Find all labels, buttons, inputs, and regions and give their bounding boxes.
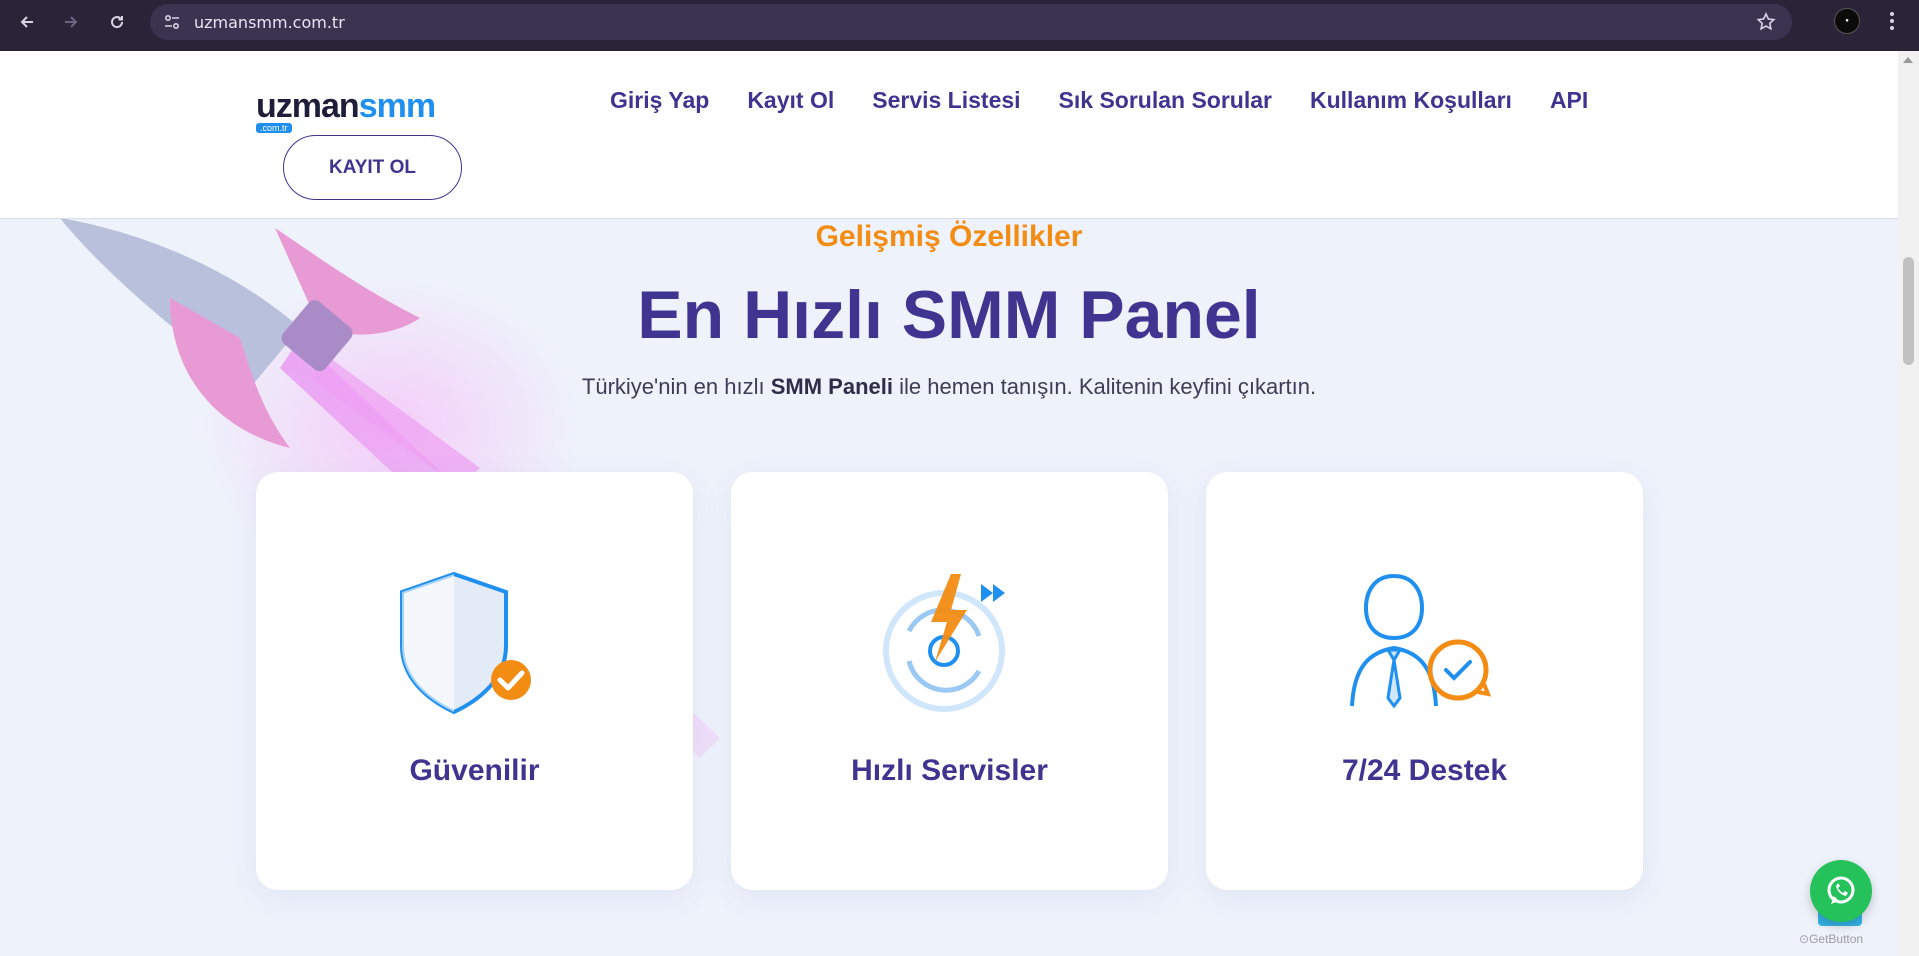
- getbutton-label: GetButton: [1809, 932, 1864, 946]
- feature-title: Hızlı Servisler: [851, 754, 1048, 787]
- page-scrollbar[interactable]: [1898, 51, 1919, 956]
- browser-toolbar: uzmansmm.com.tr ●: [0, 0, 1919, 51]
- tune-icon[interactable]: [150, 13, 194, 31]
- feature-card-reliable: Güvenilir: [256, 472, 693, 890]
- lightning-speed-icon: [883, 574, 1005, 712]
- main-nav: Giriş Yap Kayıt Ol Servis Listesi Sık So…: [610, 87, 1588, 114]
- arrow-left-icon: [20, 16, 33, 28]
- kebab-menu-icon[interactable]: [1880, 8, 1904, 34]
- feature-title: Güvenilir: [409, 754, 540, 787]
- back-button[interactable]: [5, 0, 49, 44]
- feature-title: 7/24 Destek: [1341, 754, 1508, 787]
- page-title: En Hızlı SMM Panel: [637, 277, 1261, 353]
- section-eyebrow: Gelişmiş Özellikler: [815, 220, 1083, 253]
- getbutton-link[interactable]: ⊙GetButton: [1799, 932, 1863, 946]
- reload-button[interactable]: [95, 0, 139, 44]
- address-bar[interactable]: uzmansmm.com.tr: [150, 4, 1792, 40]
- logo-tld: .com.tr: [256, 123, 292, 133]
- star-icon[interactable]: [1756, 12, 1776, 37]
- reload-icon: [111, 16, 124, 29]
- nav-register[interactable]: Kayıt Ol: [747, 87, 834, 114]
- scroll-up-icon[interactable]: [1903, 57, 1913, 63]
- page-subtitle: Türkiye'nin en hızlı SMM Paneli ile heme…: [0, 374, 1898, 400]
- subtitle-text-end: ile hemen tanışın. Kalitenin keyfini çık…: [892, 374, 1317, 399]
- register-button[interactable]: KAYIT OL: [283, 135, 462, 200]
- scrollbar-thumb[interactable]: [1903, 257, 1914, 365]
- subtitle-bold: SMM Paneli: [770, 374, 893, 399]
- subtitle-text: Türkiye'nin en hızlı: [581, 374, 771, 399]
- feature-card-support: 7/24 Destek: [1206, 472, 1643, 890]
- nav-login[interactable]: Giriş Yap: [610, 87, 709, 114]
- shield-check-icon: [400, 571, 531, 715]
- logo-text-primary: uzman: [256, 87, 360, 125]
- site-header: uzmansmm .com.tr Giriş Yap Kayıt Ol Serv…: [0, 51, 1898, 219]
- nav-faq[interactable]: Sık Sorulan Sorular: [1059, 87, 1272, 114]
- arrow-right-icon: [65, 16, 78, 28]
- nav-terms[interactable]: Kullanım Koşulları: [1310, 87, 1512, 114]
- logo-text-accent: smm: [358, 87, 436, 125]
- feature-card-fast: Hızlı Servisler: [731, 472, 1168, 890]
- site-logo[interactable]: uzmansmm .com.tr: [256, 87, 436, 133]
- forward-button[interactable]: [49, 0, 93, 44]
- nav-api[interactable]: API: [1550, 87, 1588, 114]
- nav-services[interactable]: Servis Listesi: [872, 87, 1020, 114]
- whatsapp-icon: [1827, 876, 1855, 904]
- url-text[interactable]: uzmansmm.com.tr: [194, 13, 345, 32]
- support-agent-icon: [1350, 573, 1492, 709]
- avatar[interactable]: ●: [1834, 8, 1860, 34]
- whatsapp-button[interactable]: [1810, 860, 1872, 922]
